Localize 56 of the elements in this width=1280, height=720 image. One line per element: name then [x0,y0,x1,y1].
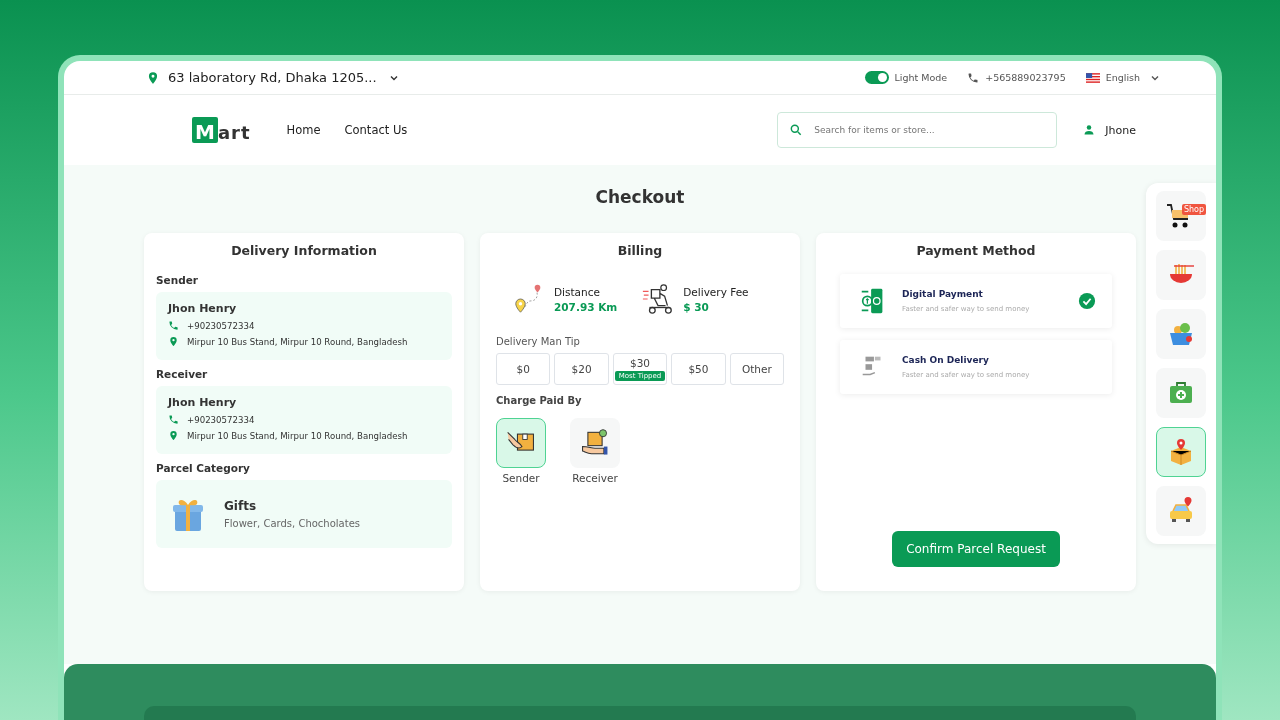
tip-option[interactable]: $0 [496,353,551,385]
phone-icon [168,414,179,425]
logo[interactable]: M art [192,117,251,143]
payer-option[interactable] [570,418,620,468]
card-title: Billing [616,243,664,258]
category-name: Gifts [224,499,258,513]
location-pin-icon [168,336,179,347]
payer-label: Sender [502,472,540,484]
tip-option[interactable]: Other [729,353,785,385]
stat-value: 207.93 Km [554,300,618,313]
section-label: Receiver [156,368,209,380]
payment-name: Cash On Delivery [902,355,990,365]
flag-icon [1085,72,1100,83]
contact-phone: +90230572334 [187,320,255,331]
contact-name: Jhon Henry [168,396,238,409]
section-label: Delivery Man Tip [496,336,581,347]
category-button[interactable] [1156,309,1206,359]
language-selector[interactable]: English [1105,72,1140,83]
shop-badge: Shop [1181,204,1206,215]
location-pin-icon [168,430,179,441]
contact-phone: +90230572334 [187,414,255,425]
contact-address: Mirpur 10 Bus Stand, Mirpur 10 Round, Bangladesh [187,430,408,441]
section-label: Charge Paid By [496,395,583,406]
category-description: Flower, Cards, Chocholates [224,518,360,529]
tip-option[interactable]: $50 [671,353,726,385]
category-button[interactable] [1156,250,1206,300]
phone-number: +565889023795 [985,72,1066,83]
address-text[interactable]: 63 laboratory Rd, Dhaka 1205... [168,70,377,85]
tip-option[interactable]: $20 [554,353,609,385]
page-title: Checkout [594,187,686,207]
search-field[interactable]: Search for items or store... [777,112,1058,148]
category-button[interactable] [1156,486,1206,536]
confirm-button[interactable]: Confirm Parcel Request [892,531,1060,567]
theme-label: Light Mode [894,72,948,83]
user-icon[interactable] [1083,124,1096,136]
category-button[interactable] [1156,368,1206,418]
section-label: Parcel Category [156,462,251,474]
contact-address: Mirpur 10 Bus Stand, Mirpur 10 Round, Bangladesh [187,336,408,347]
section-label: Sender [156,274,199,286]
nav-link[interactable]: Home [286,123,321,137]
card-title: Payment Method [915,243,1037,258]
stat-label: Distance [554,285,601,298]
payment-name: Digital Payment [902,289,984,299]
payer-option[interactable] [496,418,546,468]
nav-link[interactable]: Contact Us [344,123,408,137]
payer-label: Receiver [572,472,618,484]
category-button[interactable] [1156,427,1206,477]
card-title: Delivery Information [230,243,378,258]
phone-icon [967,71,980,84]
contact-name: Jhon Henry [168,302,238,315]
stat-label: Delivery Fee [683,285,749,298]
user-name[interactable]: Jhone [1105,123,1136,137]
theme-toggle[interactable] [864,71,889,84]
location-pin-icon [146,70,160,85]
phone-icon [168,320,179,331]
stat-value: $ 30 [683,300,710,313]
